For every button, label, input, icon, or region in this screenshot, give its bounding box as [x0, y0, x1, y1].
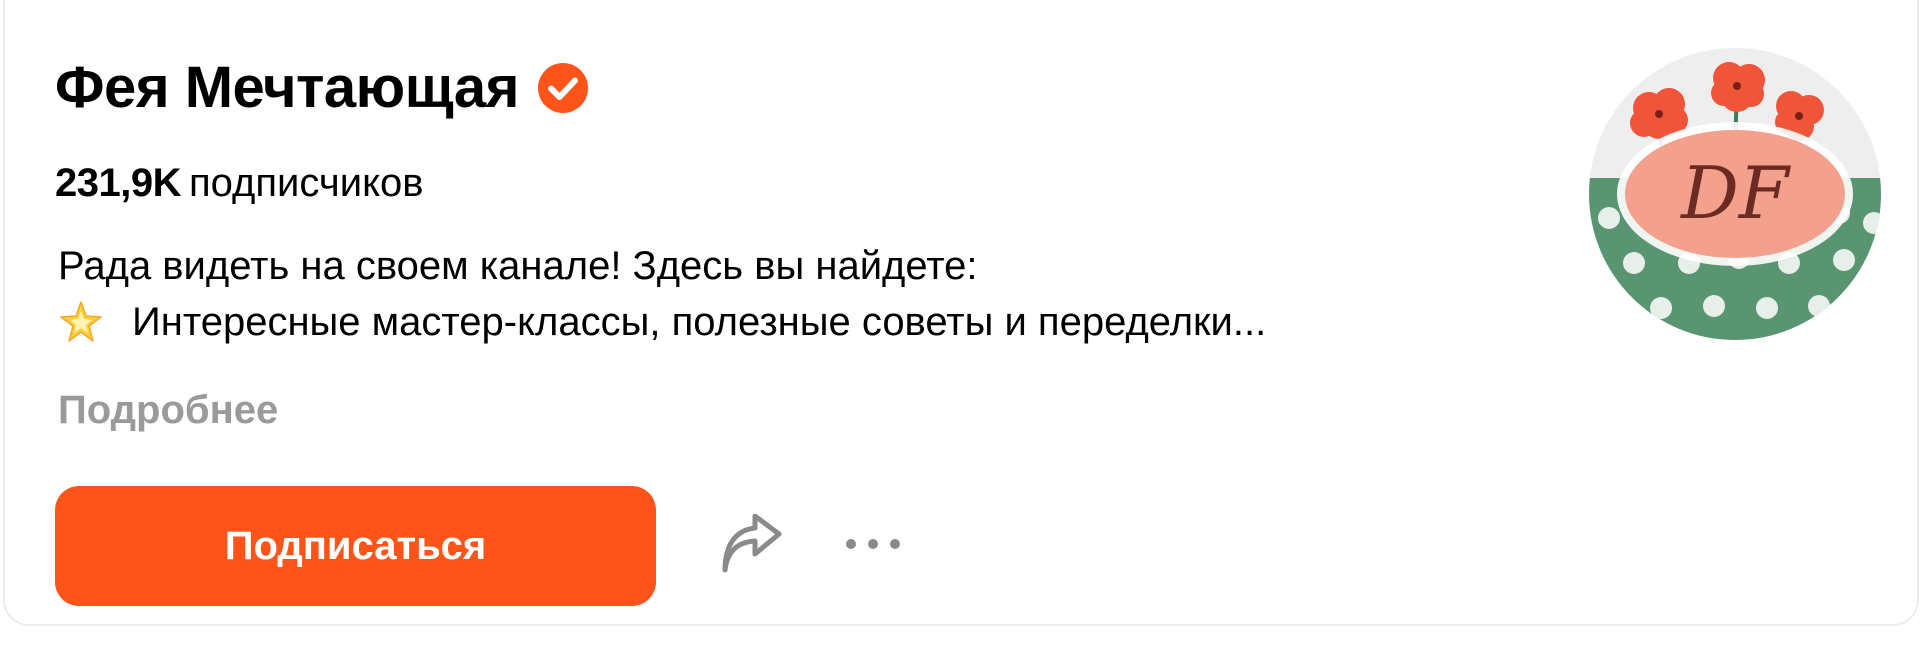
subscribers-info: 231,9K подписчиков	[55, 155, 424, 211]
description-line-1: Рада видеть на своем канале! Здесь вы на…	[58, 244, 978, 288]
channel-description: Рада видеть на своем канале! Здесь вы на…	[58, 238, 1266, 350]
description-line-2: Интересные мастер-классы, полезные совет…	[132, 300, 1267, 344]
channel-title-row: Фея Мечтающая	[55, 48, 589, 128]
verified-badge-icon	[537, 63, 588, 113]
description-line-2-row: Интересные мастер-классы, полезные совет…	[58, 294, 1266, 350]
channel-card: Фея Мечтающая 231,9K подписчиков Рада вид…	[3, 0, 1919, 626]
share-icon[interactable]	[717, 514, 787, 578]
subscribe-button[interactable]: Подписаться	[55, 486, 656, 606]
channel-avatar[interactable]: DF	[1589, 48, 1881, 340]
subscribers-label: подписчиков	[188, 161, 424, 205]
avatar-text: DF	[1679, 151, 1792, 235]
more-dots-icon[interactable]	[843, 528, 903, 560]
subscribers-count: 231,9K	[55, 161, 181, 205]
channel-name: Фея Мечтающая	[55, 55, 519, 120]
more-link[interactable]: Подробнее	[58, 382, 278, 438]
star-icon	[60, 301, 102, 342]
